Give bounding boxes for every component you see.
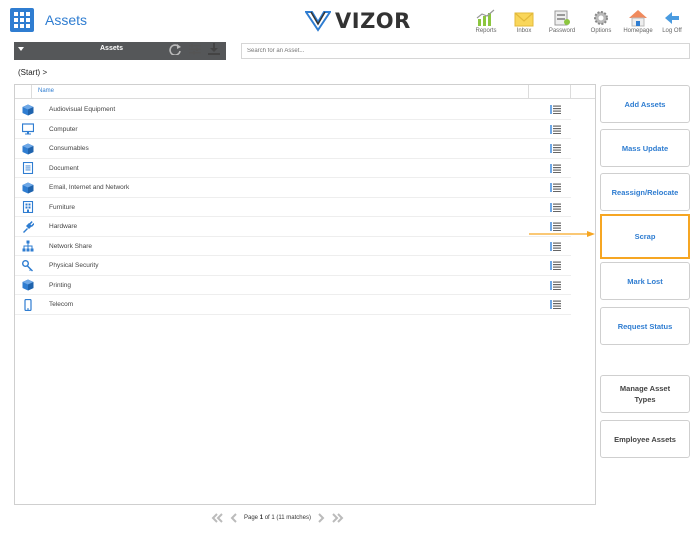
list-item-label: Document	[49, 164, 79, 172]
key-icon	[21, 259, 34, 272]
monitor-icon	[21, 123, 34, 136]
list-details-icon[interactable]	[550, 222, 561, 231]
list-item[interactable]: Printing	[15, 276, 571, 295]
refresh-icon[interactable]	[168, 43, 182, 55]
building-icon	[21, 201, 34, 214]
breadcrumb[interactable]: (Start) >	[18, 68, 47, 77]
next-page-icon[interactable]	[317, 513, 325, 523]
add-assets-button[interactable]: Add Assets	[600, 85, 690, 123]
reports-button[interactable]: Reports	[466, 3, 506, 39]
manage-asset-types-button[interactable]: Manage Asset Types	[600, 375, 690, 413]
cube-icon	[21, 142, 34, 155]
list-item-label: Email, Internet and Network	[49, 184, 130, 191]
page-status: Page 1 of 1 (11 matches)	[244, 515, 311, 521]
list-item[interactable]: Network Share	[15, 237, 571, 256]
homepage-label: Homepage	[623, 28, 653, 34]
dropdown-label: Assets	[100, 45, 123, 52]
list-item[interactable]: Audiovisual Equipment	[15, 100, 571, 120]
list-item-label: Telecom	[49, 301, 74, 308]
list-details-icon[interactable]	[550, 261, 561, 270]
list-item[interactable]: Computer	[15, 120, 571, 139]
reports-icon	[476, 9, 495, 26]
app-title: Assets	[45, 12, 88, 28]
reports-label: Reports	[475, 28, 497, 34]
employee-assets-button[interactable]: Employee Assets	[600, 420, 690, 458]
inbox-label: Inbox	[516, 28, 532, 34]
list-details-icon[interactable]	[550, 280, 561, 290]
vizor-logo: VIZOR	[305, 8, 411, 34]
pagination: Page 1 of 1 (11 matches)	[210, 513, 345, 523]
list-details-icon[interactable]	[550, 183, 561, 192]
inbox-button[interactable]: Inbox	[504, 3, 544, 39]
logo-text: VIZOR	[335, 9, 411, 33]
list-item-label: Network Share	[49, 242, 92, 250]
list-item-label: Printing	[49, 281, 72, 289]
list-item-label: Physical Security	[49, 262, 99, 269]
mark-lost-button[interactable]: Mark Lost	[600, 262, 690, 300]
homepage-icon	[629, 10, 647, 27]
mass-update-button[interactable]: Mass Update	[600, 129, 690, 167]
network-icon	[21, 240, 34, 253]
list-item-label: Consumables	[49, 145, 89, 152]
prev-page-icon[interactable]	[230, 513, 238, 523]
plug-icon	[21, 220, 34, 233]
list-item[interactable]: Furniture	[15, 198, 571, 217]
asset-search-input[interactable]	[241, 43, 690, 59]
list-item[interactable]: Document	[15, 159, 571, 178]
request-status-button[interactable]: Request Status	[600, 307, 690, 345]
cube-icon	[21, 103, 34, 116]
app-header: Assets VIZOR Reports Inbox Password Opti…	[0, 0, 690, 40]
page-number: 1	[259, 515, 264, 521]
name-column-header[interactable]: Name	[38, 88, 54, 94]
options-icon	[594, 11, 608, 25]
last-page-icon[interactable]	[331, 513, 345, 523]
document-icon	[21, 162, 34, 175]
annotation-arrow	[529, 231, 595, 237]
logoff-label: Log Off	[662, 28, 682, 34]
list-details-icon[interactable]	[550, 144, 561, 153]
list-details-icon[interactable]	[550, 105, 561, 114]
asset-type-list: Name Audiovisual Equipment Computer Cons…	[14, 84, 596, 505]
scrap-button[interactable]: Scrap	[600, 214, 690, 259]
logoff-icon	[665, 12, 679, 24]
list-item[interactable]: Consumables	[15, 139, 571, 159]
cube-icon	[21, 181, 34, 194]
vizor-logo-icon	[305, 11, 331, 32]
list-details-icon[interactable]	[550, 202, 561, 212]
password-label: Password	[548, 28, 576, 34]
password-icon	[554, 10, 570, 26]
cube-icon	[21, 279, 34, 292]
reassign-relocate-button[interactable]: Reassign/Relocate	[600, 173, 690, 211]
list-item[interactable]: Physical Security	[15, 256, 571, 276]
first-page-icon[interactable]	[210, 513, 224, 523]
filter-icon[interactable]	[188, 43, 202, 55]
options-label: Options	[590, 28, 612, 34]
options-button[interactable]: Options	[581, 3, 621, 39]
list-item-label: Computer	[49, 125, 78, 133]
page-suffix: of 1 (11 matches)	[264, 515, 311, 521]
list-item[interactable]: Hardware	[15, 217, 571, 237]
list-item-label: Hardware	[49, 223, 78, 230]
list-item-label: Audiovisual Equipment	[49, 106, 116, 113]
phone-icon	[21, 298, 34, 311]
list-header: Name	[15, 85, 595, 99]
apps-grid-icon[interactable]	[10, 8, 34, 32]
caret-down-icon	[18, 47, 24, 51]
list-details-icon[interactable]	[550, 300, 561, 309]
page-prefix: Page	[244, 515, 259, 521]
subbar-icons	[168, 43, 220, 55]
list-item-label: Furniture	[49, 203, 76, 211]
list-details-icon[interactable]	[550, 124, 561, 134]
inbox-icon	[514, 12, 534, 27]
list-item[interactable]: Telecom	[15, 295, 571, 315]
logoff-button[interactable]: Log Off	[654, 3, 690, 39]
download-icon[interactable]	[208, 43, 220, 55]
homepage-button[interactable]: Homepage	[618, 3, 658, 39]
password-button[interactable]: Password	[542, 3, 582, 39]
list-details-icon[interactable]	[550, 163, 561, 173]
list-details-icon[interactable]	[550, 241, 561, 251]
list-item[interactable]: Email, Internet and Network	[15, 178, 571, 198]
